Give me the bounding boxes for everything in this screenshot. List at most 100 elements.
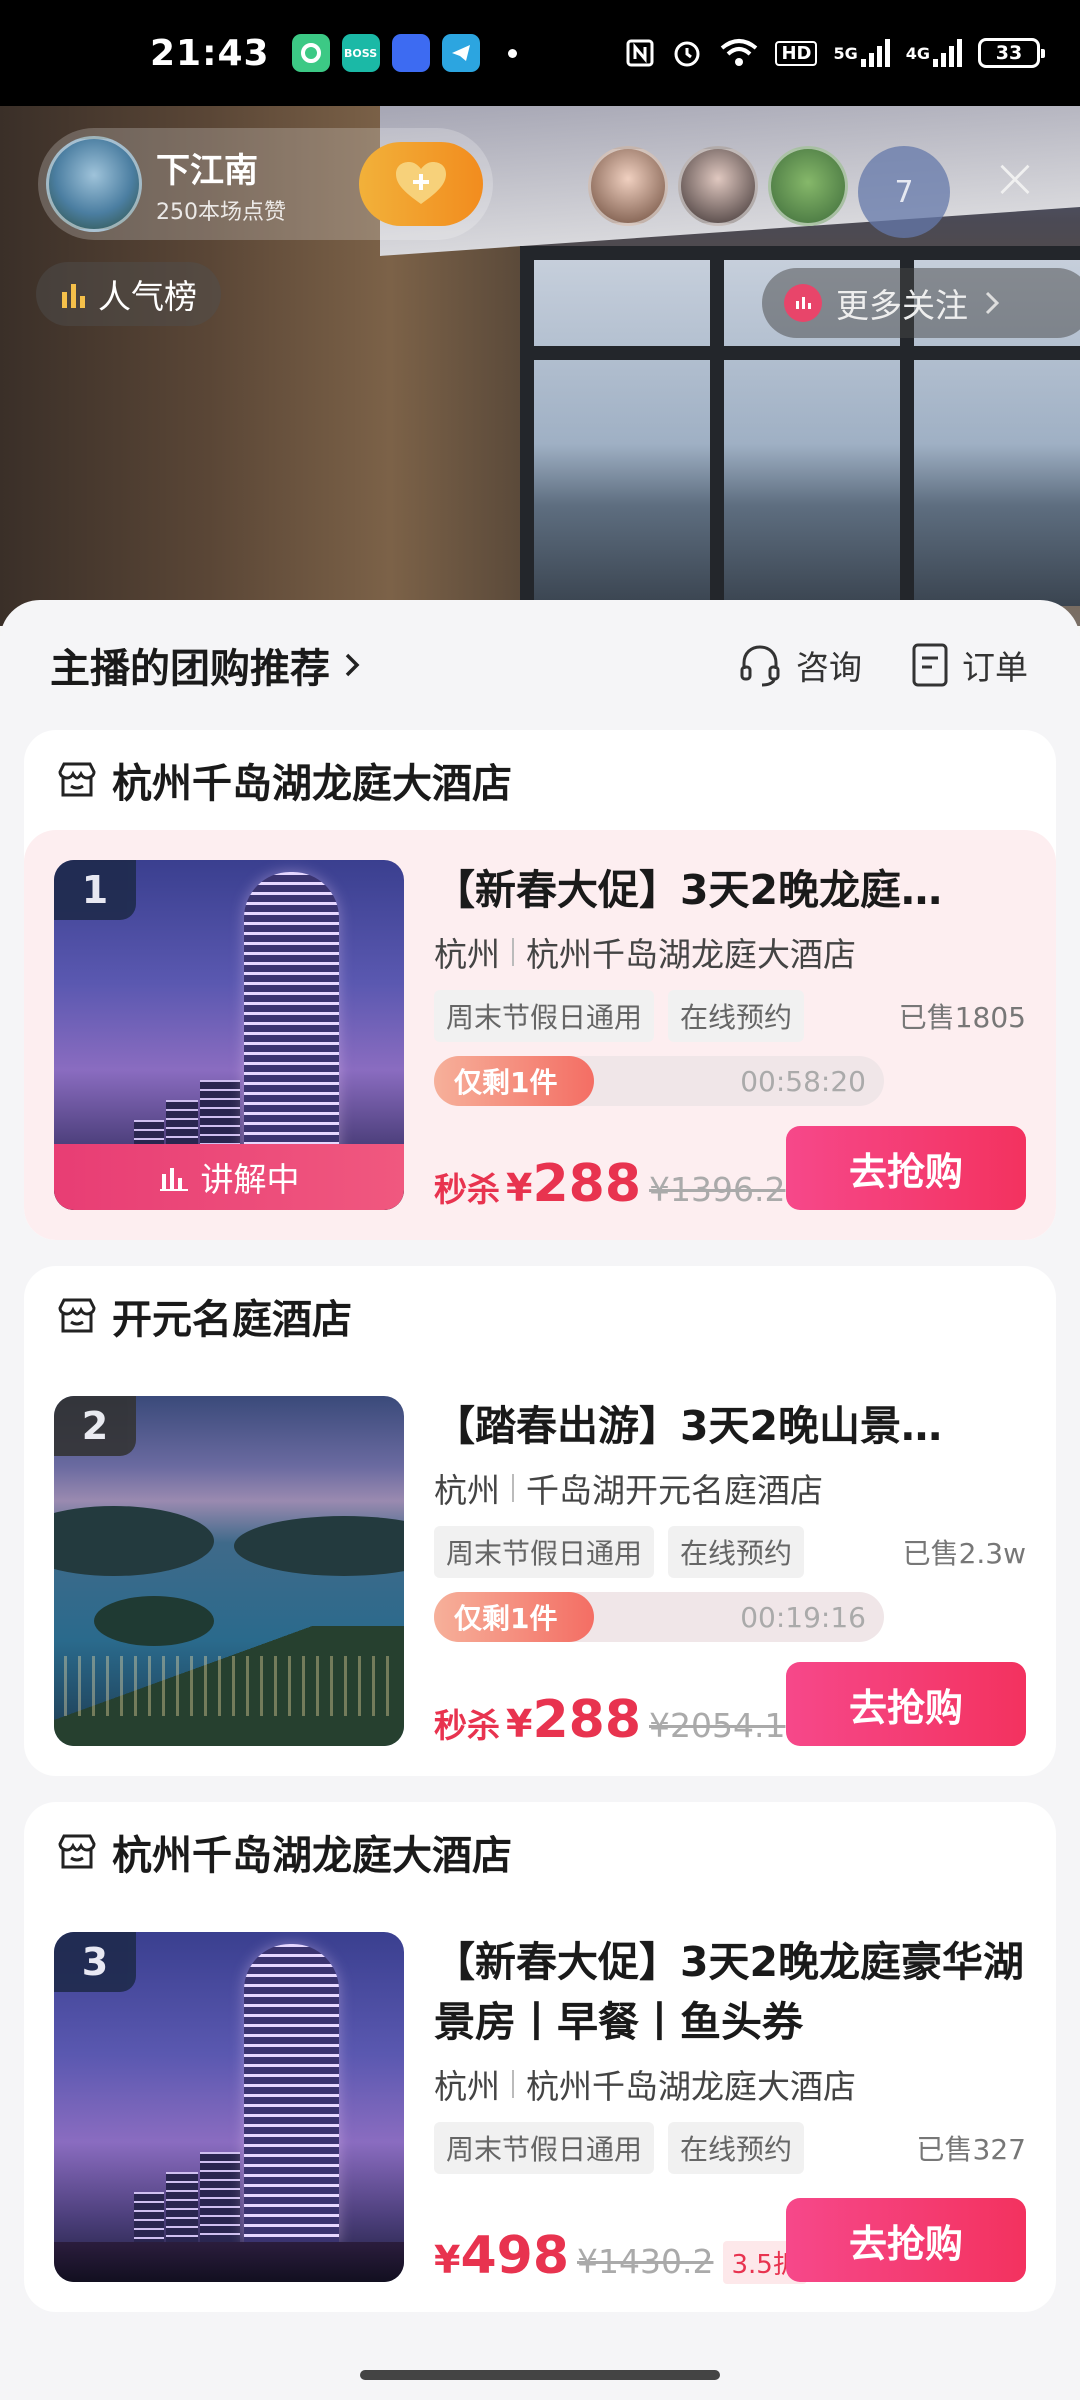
product-title[interactable]: 【新春大促】3天2晚龙庭豪华湖景房丨早餐丨鱼头券 [434,1932,1026,2052]
viewer-avatar[interactable] [588,146,668,226]
product-item[interactable]: 3 【新春大促】3天2晚龙庭豪华湖景房丨早餐丨鱼头券 杭州 杭州千岛湖龙庭大酒店… [24,1902,1056,2312]
more-follow-button[interactable]: 更多关注 [762,268,1080,338]
alarm-icon [671,37,703,69]
hotel-name: 杭州千岛湖龙庭大酒店 [526,2067,856,2106]
sold-count: 已售2.3w [902,1537,1026,1570]
product-item[interactable]: 2 【踏春出游】3天2晚山景… 杭州 千岛湖开元名庭酒店 周末节假日通用 在线预… [24,1366,1056,1776]
sheet-title-link[interactable]: 主播的团购推荐 [50,636,362,694]
rank-badge: 2 [54,1396,136,1456]
original-price: ¥1430.2 [577,2242,714,2281]
city: 杭州 [434,935,500,974]
blue-app-icon [391,34,430,72]
hotel-name: 杭州千岛湖龙庭大酒店 [526,935,856,974]
host-name: 下江南 [156,150,258,191]
viewer-avatar[interactable] [678,146,758,226]
shop-name: 杭州千岛湖龙庭大酒店 [112,1833,512,1879]
chevron-right-icon [345,653,360,677]
consult-button[interactable]: 咨询 [736,641,862,689]
product-image[interactable]: 3 [54,1932,404,2282]
flash-sale-label: 秒杀 [434,1170,500,1209]
product-image[interactable]: 2 [54,1396,404,1746]
more-follow-label: 更多关注 [836,286,968,325]
bar-chart-icon [62,284,85,308]
product-title[interactable]: 【踏春出游】3天2晚山景… [434,1396,1026,1456]
sold-count: 已售327 [916,2133,1026,2166]
product-card: 杭州千岛湖龙庭大酒店 3 【新春大促】3天2晚龙庭豪华湖景房丨早餐丨鱼头券 杭州 [24,1802,1056,2312]
price-row: 秒杀 ¥ 288 ¥1396.2 [434,1154,786,1214]
consult-label: 咨询 [796,648,862,687]
headset-icon [740,645,780,687]
group-buy-sheet: 主播的团购推荐 咨询 订单 杭州千岛湖龙庭大酒店 1 讲解中 【新春大促】3天2… [0,600,1080,2400]
order-document-icon [912,643,948,687]
shop-row[interactable]: 杭州千岛湖龙庭大酒店 [24,730,1056,830]
battery-icon: 33 [978,38,1045,68]
close-icon[interactable]: × [985,146,1045,211]
product-card: 开元名庭酒店 2 【踏春出游】3天2晚山景… 杭州 千岛湖开元名庭酒店 周末节假… [24,1266,1056,1776]
sheet-header: 主播的团购推荐 咨询 订单 [0,600,1080,730]
host-info-card[interactable]: 下江南 250本场点赞 [38,128,493,240]
original-price: ¥1396.2 [649,1170,786,1209]
tag: 在线预约 [668,2122,805,2174]
tag: 周末节假日通用 [434,2122,655,2174]
live-indicator-icon [784,284,822,322]
status-time: 21:43 [150,32,270,74]
popularity-ranking-button[interactable]: 人气榜 [36,262,221,326]
original-price: ¥2054.1 [649,1706,786,1745]
flash-sale-label: 秒杀 [434,1706,500,1745]
product-item[interactable]: 1 讲解中 【新春大促】3天2晚龙庭… 杭州 杭州千岛湖龙庭大酒店 周末节假日通… [24,830,1056,1240]
buy-now-button[interactable]: 去抢购 [786,1126,1026,1210]
tag: 在线预约 [668,990,805,1042]
hotel-name: 千岛湖开元名庭酒店 [526,1471,823,1510]
price: 288 [532,1690,641,1750]
rank-badge: 1 [54,860,136,920]
shop-row[interactable]: 杭州千岛湖龙庭大酒店 [24,1802,1056,1902]
shop-icon [58,1834,96,1869]
price-row: ¥ 498 ¥1430.2 3.5折 [434,2226,807,2286]
heart-plus-icon [396,162,446,204]
home-indicator[interactable] [360,2370,720,2380]
host-avatar[interactable] [46,136,142,232]
notification-dot-icon [507,48,517,58]
viewer-count[interactable]: 7 [858,146,950,238]
countdown-timer: 00:58:20 [740,1064,866,1098]
tag: 在线预约 [668,1526,805,1578]
hotel-line: 杭州 千岛湖开元名庭酒店 [434,1464,1026,1512]
countdown-timer: 00:19:16 [740,1600,866,1634]
price: 288 [532,1154,641,1214]
signal-4g-icon: 4G [906,39,962,67]
green-circle-app-icon [291,34,330,72]
viewer-avatar[interactable] [768,146,848,226]
product-title[interactable]: 【新春大促】3天2晚龙庭… [434,860,1026,920]
stock-progress-bar: 仅剩1件 00:19:16 [434,1592,884,1642]
popularity-label: 人气榜 [98,277,197,316]
sheet-title: 主播的团购推荐 [50,646,330,692]
wifi-icon [719,38,759,68]
host-likes: 250本场点赞 [156,199,286,225]
city: 杭州 [434,1471,500,1510]
bar-chart-icon [159,1168,188,1191]
stock-remaining: 仅剩1件 [454,1066,558,1099]
price-row: 秒杀 ¥ 288 ¥2054.1 [434,1690,786,1750]
hd-icon: HD [775,40,818,66]
hotel-line: 杭州 杭州千岛湖龙庭大酒店 [434,928,1026,976]
buy-now-button[interactable]: 去抢购 [786,1662,1026,1746]
product-image[interactable]: 1 讲解中 [54,860,404,1210]
shop-icon [58,762,96,797]
nfc-icon [625,38,655,68]
telegram-icon [441,34,480,72]
tag: 周末节假日通用 [434,1526,655,1578]
shop-row[interactable]: 开元名庭酒店 [24,1266,1056,1366]
product-card: 杭州千岛湖龙庭大酒店 1 讲解中 【新春大促】3天2晚龙庭… 杭州 杭州千岛湖龙… [24,730,1056,1240]
buy-now-button[interactable]: 去抢购 [786,2198,1026,2282]
tag: 周末节假日通用 [434,990,655,1042]
sold-count: 已售1805 [898,1001,1026,1034]
shop-name: 杭州千岛湖龙庭大酒店 [112,761,512,807]
orders-button[interactable]: 订单 [910,641,1028,689]
shop-name: 开元名庭酒店 [112,1297,352,1343]
signal-5g-icon: 5G [833,39,890,67]
follow-button[interactable] [359,142,483,226]
hotel-line: 杭州 杭州千岛湖龙庭大酒店 [434,2060,1026,2108]
status-bar: 21:43 BOSS HD 5G 4G 33 [0,0,1080,106]
boss-zhipin-icon: BOSS [341,34,380,72]
stock-progress-bar: 仅剩1件 00:58:20 [434,1056,884,1106]
